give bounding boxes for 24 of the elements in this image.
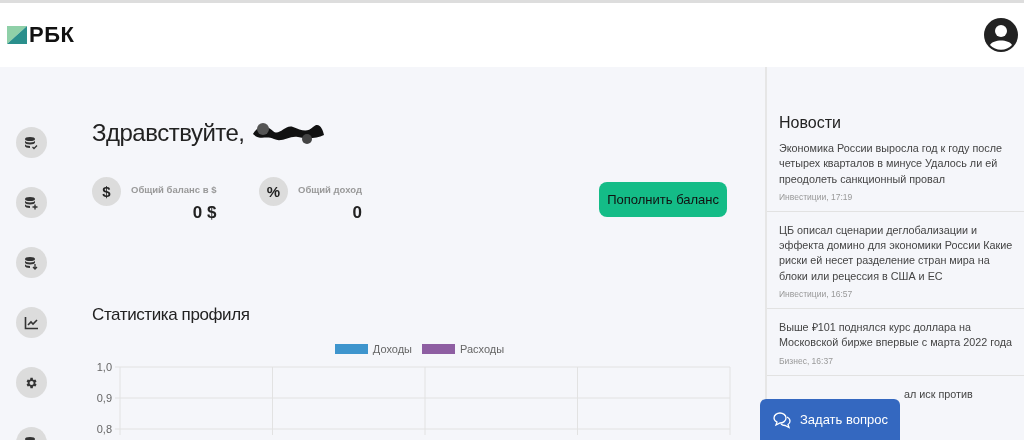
news-headline[interactable]: Экономика России выросла год к году после четырех кварталов в минусе Удалось ли ей преодолеть санкционный провал <box>779 141 1016 187</box>
news-title: Новости <box>779 114 842 132</box>
greeting: Здравствуйте, <box>92 119 245 147</box>
news-meta: Инвестиции, 17:19 <box>779 191 854 202</box>
legend-label: Расходы <box>460 343 505 355</box>
news-meta: Инвестиции, 16:57 <box>779 289 854 300</box>
ask-question-button[interactable]: Задать вопрос <box>760 399 900 440</box>
legend-label: Доходы <box>372 343 412 355</box>
stat-label: Общий доход <box>298 184 362 195</box>
news-headline[interactable]: Выше ₽101 поднялся курс доллара на Московской бирже впервые с марта 2022 года <box>779 320 1016 351</box>
axis-tick-label: 0,9 <box>96 392 112 404</box>
news-headline[interactable]: ал иск против <box>779 386 1016 400</box>
stat-icon: $ <box>92 177 121 206</box>
news-headline[interactable]: ЦБ описал сценарии деглобализации и эффекта домино для экономики России Какие риски ей несет разделение стран мира на блоки или рецессия в США и ЕС <box>779 222 1016 285</box>
axis-tick-label: 0,8 <box>96 423 112 435</box>
stat-label: Общий баланс в $ <box>131 184 217 195</box>
section-title: Статистика профиля <box>92 305 251 325</box>
stat-icon: % <box>259 177 288 206</box>
axis-tick-label: 1,0 <box>96 361 112 373</box>
top-up-button[interactable]: Пополнить баланс <box>599 182 727 217</box>
logo: РБК <box>29 22 75 48</box>
stat-value: 0 <box>352 203 362 223</box>
news-meta: Бизнес, 16:37 <box>779 355 834 366</box>
stat-value: 0 $ <box>192 203 217 223</box>
